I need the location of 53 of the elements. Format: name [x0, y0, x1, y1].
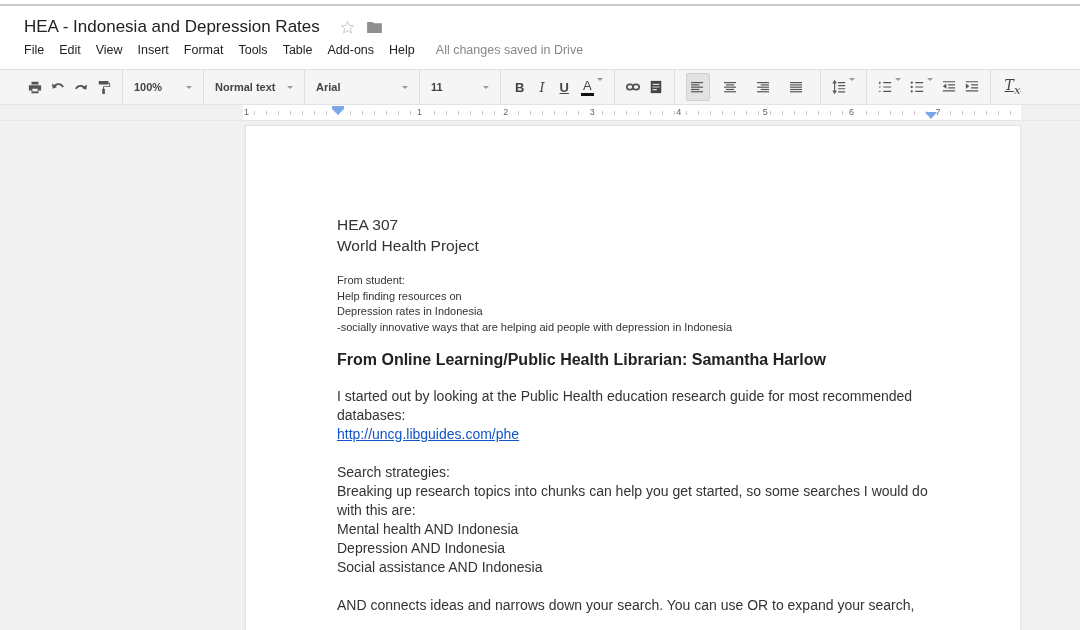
comment-icon[interactable]	[648, 80, 663, 94]
menu-item[interactable]: Help	[389, 43, 423, 57]
bold-button[interactable]: B	[512, 79, 528, 95]
text-line: Breaking up research topics into chunks can help you get started, so some searches I would do	[337, 482, 928, 501]
zoom-dropdown[interactable]: 100%	[134, 81, 192, 93]
text-lines-icon	[691, 81, 705, 93]
bulleted-list-icon[interactable]	[909, 80, 924, 94]
underline-button[interactable]: U	[556, 79, 572, 95]
text-line: HEA 307	[337, 215, 399, 235]
document-title[interactable]: HEA - Indonesia and Depression Rates	[24, 17, 320, 37]
decrease-indent-icon[interactable]	[941, 80, 956, 94]
text-line: AND connects ideas and narrows down your search. You can use OR to expand your search,	[337, 596, 915, 615]
text-lines-icon	[790, 81, 804, 93]
text-line: Depression rates in Indonesia	[337, 304, 483, 319]
menu-item[interactable]: Format	[183, 43, 232, 57]
text-line: Mental health AND Indonesia	[337, 520, 519, 539]
menu-item[interactable]: View	[95, 43, 131, 57]
line-spacing-icon[interactable]	[831, 80, 846, 94]
folder-icon[interactable]	[366, 21, 382, 33]
text-color-button[interactable]: A	[580, 78, 594, 96]
menu-item[interactable]: Table	[282, 43, 321, 57]
print-icon[interactable]	[28, 80, 42, 94]
font-size-dropdown[interactable]: 11	[431, 81, 489, 93]
text-line: databases:	[337, 406, 406, 425]
right-indent-marker-icon[interactable]	[925, 112, 937, 119]
menu-item[interactable]: Edit	[59, 43, 89, 57]
text-lines-icon	[757, 81, 771, 93]
heading: From Online Learning/Public Health Librarian: Samantha Harlow	[337, 351, 826, 369]
text-line: -socially innovative ways that are helping aid people with depression in Indonesia	[337, 319, 733, 335]
text-line: Depression AND Indonesia	[337, 539, 506, 558]
increase-indent-icon[interactable]	[964, 80, 979, 94]
style-dropdown[interactable]: Normal text	[215, 81, 293, 93]
text-line: Search strategies:	[337, 463, 450, 482]
text-line: World Health Project	[337, 236, 479, 256]
italic-button[interactable]: I	[536, 79, 548, 95]
menu-item[interactable]: File	[24, 43, 53, 57]
text-line: From student:	[337, 273, 405, 288]
paint-roller-icon[interactable]	[97, 80, 111, 94]
text-line: Social assistance AND Indonesia	[337, 558, 543, 577]
align-button[interactable]	[685, 73, 710, 101]
star-icon[interactable]	[339, 19, 355, 35]
clear-formatting-button[interactable]: T$_{x}$	[1001, 77, 1024, 97]
numbered-list-icon[interactable]	[877, 80, 892, 94]
menu-item[interactable]: Tools	[238, 43, 276, 57]
menu-item[interactable]: Add-ons	[327, 43, 383, 57]
menu-item[interactable]: Insert	[137, 43, 177, 57]
text-line: I started out by looking at the Public Health education research guide for most recommended	[337, 387, 913, 406]
save-status: All changes saved in Drive	[435, 43, 584, 57]
link[interactable]: http://uncg.libguides.com/phe	[337, 425, 520, 444]
text-line: Help finding resources on	[337, 288, 462, 304]
text-lines-icon	[724, 81, 738, 93]
text-line: with this are:	[337, 501, 416, 520]
font-dropdown[interactable]: Arial	[316, 81, 408, 93]
